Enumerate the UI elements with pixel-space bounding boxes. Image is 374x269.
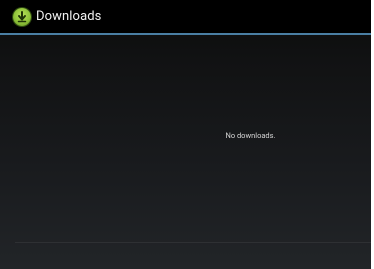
action-bar: Downloads bbox=[0, 0, 371, 33]
downloads-screen: Downloads No downloads. bbox=[0, 0, 371, 269]
app-title: Downloads bbox=[36, 9, 102, 24]
download-app-icon[interactable] bbox=[13, 7, 31, 26]
download-arrow-icon bbox=[17, 10, 27, 22]
bottom-divider bbox=[15, 242, 371, 243]
empty-downloads-message: No downloads. bbox=[225, 131, 276, 140]
action-bar-divider bbox=[0, 33, 371, 35]
